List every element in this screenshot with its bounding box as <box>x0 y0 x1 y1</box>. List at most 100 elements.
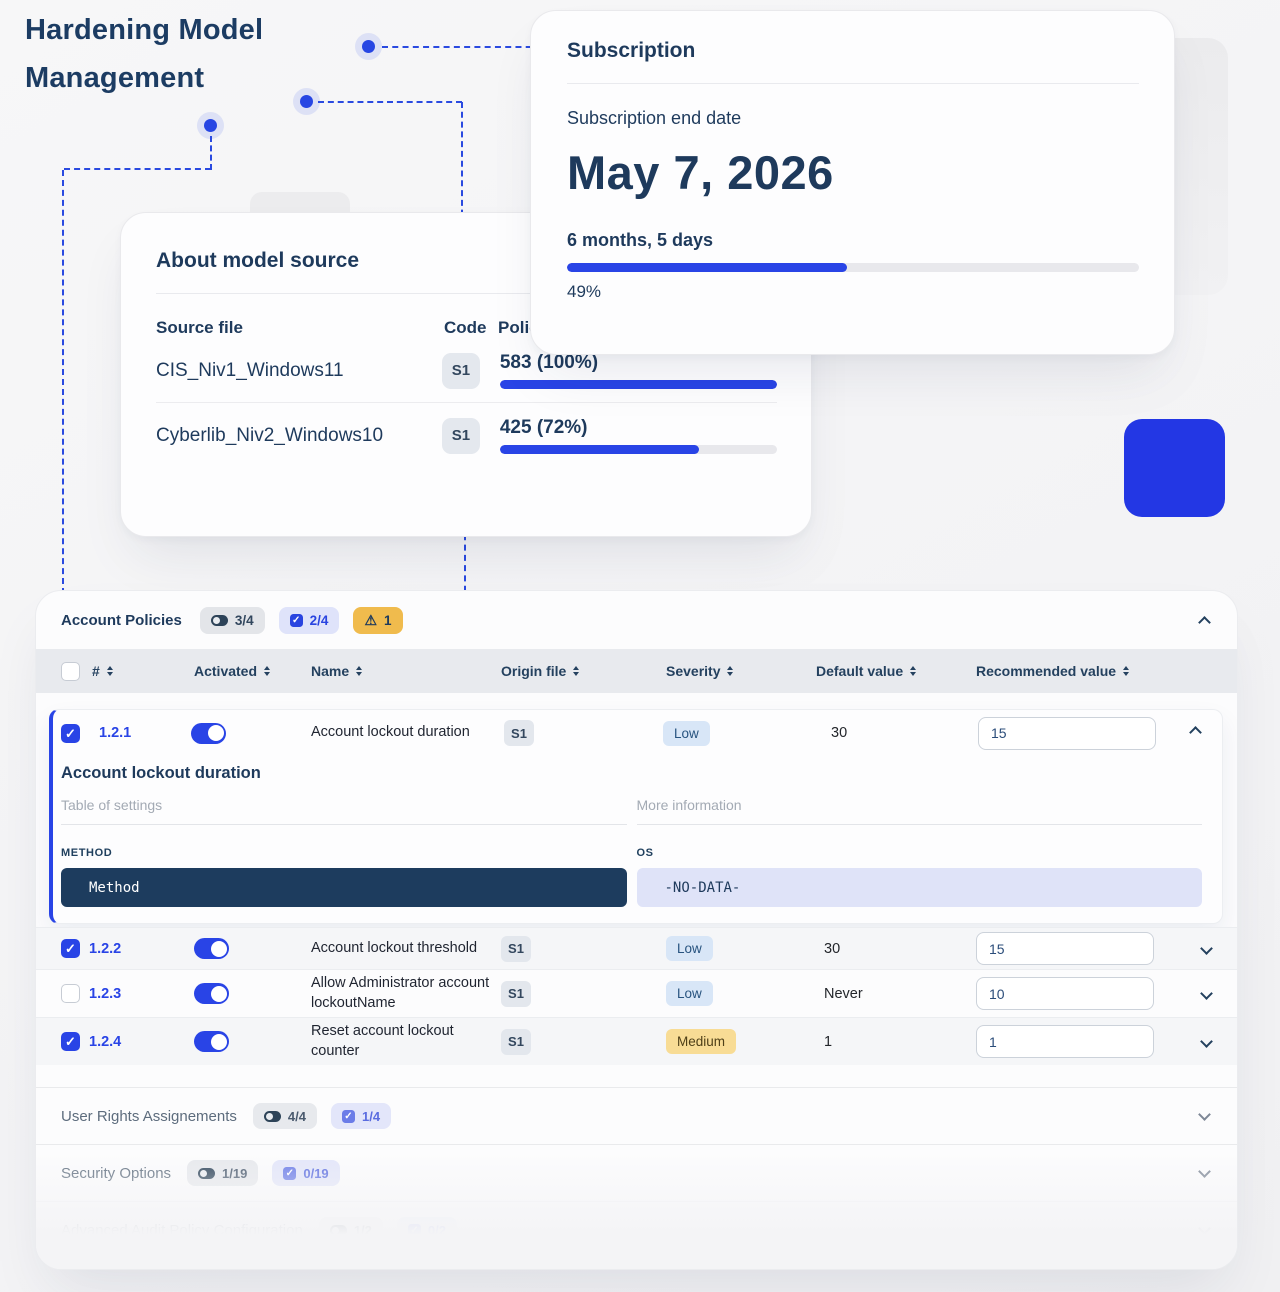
expand-row-chevron[interactable] <box>1202 1033 1217 1051</box>
collapsed-sections: User Rights Assignements 4/4 ✓ 1/4 Secur… <box>36 1087 1237 1270</box>
table-row: 1.2.3 Allow Administrator account lockou… <box>36 969 1237 1017</box>
os-field[interactable]: -NO-DATA- <box>637 868 1203 907</box>
toggle-icon <box>211 615 228 626</box>
checkbox-icon: ✓ <box>342 1110 355 1123</box>
activated-toggle[interactable] <box>191 723 226 744</box>
activated-toggle[interactable] <box>194 1031 229 1052</box>
table-row: ✓ 1.2.1 Account lockout duration S1 Low … <box>53 710 1222 756</box>
severity-badge: Low <box>663 721 710 746</box>
row-checkbox[interactable]: ✓ <box>61 724 80 743</box>
subscription-card-title: Subscription <box>567 39 1139 63</box>
sort-icon <box>1123 666 1129 677</box>
source-file-column-header: Source file <box>156 318 444 338</box>
page: Hardening Model Management About model s… <box>0 0 1280 1292</box>
method-field-label: METHOD <box>61 847 627 859</box>
activated-toggle[interactable] <box>194 983 229 1004</box>
activated-count-badge: 1/19 <box>187 1160 258 1186</box>
default-value: 30 <box>816 941 976 957</box>
checkbox-icon: ✓ <box>290 614 303 627</box>
column-header-name[interactable]: Name <box>311 663 501 679</box>
policy-detail-title: Account lockout duration <box>61 764 1202 783</box>
checkbox-icon: ✓ <box>408 1224 421 1237</box>
sort-icon <box>107 666 113 677</box>
connector-line <box>62 170 64 594</box>
policy-name: Account lockout threshold <box>311 939 501 959</box>
column-header-num[interactable]: # <box>89 663 194 679</box>
selected-count-badge: ✓ 0/19 <box>272 1160 339 1186</box>
recommended-value-input[interactable] <box>978 717 1156 750</box>
connector-line <box>210 136 212 170</box>
policy-number: 1.2.4 <box>89 1034 194 1050</box>
warning-icon: ⚠ <box>364 613 377 627</box>
account-policies-panel: Account Policies 3/4 ✓ 2/4 ⚠ 1 # Activat <box>35 590 1238 1270</box>
expand-row-chevron[interactable] <box>1202 985 1217 1003</box>
column-header-origin[interactable]: Origin file <box>501 663 666 679</box>
row-checkbox[interactable]: ✓ <box>61 1032 80 1051</box>
recommended-value-input[interactable] <box>976 977 1154 1010</box>
row-checkbox[interactable]: ✓ <box>61 939 80 958</box>
account-policies-title: Account Policies <box>61 612 182 629</box>
selected-count-badge: ✓ 0/2 <box>397 1217 457 1243</box>
section-security-options[interactable]: Security Options 1/19 ✓ 0/19 <box>36 1144 1237 1201</box>
code-column-header: Code <box>444 318 498 338</box>
table-row: ✓ 1.2.4 Reset account lockout counter S1… <box>36 1017 1237 1065</box>
connector-dot-2 <box>300 95 313 108</box>
collapse-section-chevron[interactable] <box>1198 616 1211 629</box>
expanded-policy-row: ✓ 1.2.1 Account lockout duration S1 Low … <box>49 709 1223 924</box>
source-file-name: CIS_Niv1_Windows11 <box>156 360 442 382</box>
toggle-icon <box>198 1168 215 1179</box>
activated-count-badge: 1/2 <box>319 1217 383 1243</box>
column-header-recommended[interactable]: Recommended value <box>976 663 1186 679</box>
method-field[interactable]: Method <box>61 868 627 907</box>
policy-name: Reset account lockout counter <box>311 1022 501 1061</box>
column-header-severity[interactable]: Severity <box>666 663 816 679</box>
expand-section-chevron[interactable] <box>1198 1222 1211 1235</box>
selected-count-badge: ✓ 1/4 <box>331 1103 391 1129</box>
default-value: Never <box>816 986 976 1002</box>
activated-toggle[interactable] <box>194 938 229 959</box>
select-all-checkbox[interactable] <box>61 662 80 681</box>
table-row: ✓ 1.2.2 Account lockout threshold S1 Low… <box>36 927 1237 969</box>
policy-number: 1.2.1 <box>99 725 191 741</box>
origin-file-badge: S1 <box>501 1029 531 1055</box>
decorative-blue-square <box>1124 419 1225 517</box>
subscription-end-date-label: Subscription end date <box>567 108 1139 129</box>
distribution-value: 583 (100%) <box>500 352 777 374</box>
expand-row-chevron[interactable] <box>1202 940 1217 958</box>
policy-number: 1.2.2 <box>89 941 194 957</box>
default-value: 1 <box>816 1034 976 1050</box>
recommended-value-input[interactable] <box>976 1025 1154 1058</box>
os-field-label: OS <box>637 847 1203 859</box>
connector-dot-1 <box>362 40 375 53</box>
activated-count-badge: 3/4 <box>200 607 265 634</box>
column-header-default[interactable]: Default value <box>816 663 976 679</box>
source-row: Cyberlib_Niv2_Windows10 S1 425 (72%) <box>156 402 777 467</box>
policy-number: 1.2.3 <box>89 986 194 1002</box>
tab-more-information[interactable]: More information <box>637 797 1203 825</box>
source-code-badge: S1 <box>442 353 480 389</box>
collapse-row-chevron[interactable] <box>1191 724 1206 742</box>
account-policies-header[interactable]: Account Policies 3/4 ✓ 2/4 ⚠ 1 <box>36 591 1237 649</box>
toggle-icon <box>264 1111 281 1122</box>
section-user-rights-assignements[interactable]: User Rights Assignements 4/4 ✓ 1/4 <box>36 1087 1237 1144</box>
source-file-name: Cyberlib_Niv2_Windows10 <box>156 425 442 447</box>
column-header-activated[interactable]: Activated <box>194 663 311 679</box>
toggle-icon <box>330 1225 347 1236</box>
divider <box>567 83 1139 84</box>
expand-section-chevron[interactable] <box>1198 1108 1211 1121</box>
severity-badge: Low <box>666 981 713 1006</box>
distribution-value: 425 (72%) <box>500 417 777 439</box>
tab-table-of-settings[interactable]: Table of settings <box>61 797 627 825</box>
source-code-badge: S1 <box>442 418 480 454</box>
policy-detail-panel: Account lockout duration Table of settin… <box>53 756 1222 923</box>
recommended-value-input[interactable] <box>976 932 1154 965</box>
policy-name: Account lockout duration <box>311 723 504 743</box>
connector-line <box>318 101 462 103</box>
subscription-percent-label: 49% <box>567 282 1139 302</box>
expand-section-chevron[interactable] <box>1198 1165 1211 1178</box>
section-advanced-audit-policy-configuration[interactable]: Advanced Audit Policy Configuration 1/2 … <box>36 1201 1237 1258</box>
row-checkbox[interactable] <box>61 984 80 1003</box>
activated-count-badge: 4/4 <box>253 1103 317 1129</box>
connector-line <box>64 168 211 170</box>
subscription-card: Subscription Subscription end date May 7… <box>530 10 1175 355</box>
